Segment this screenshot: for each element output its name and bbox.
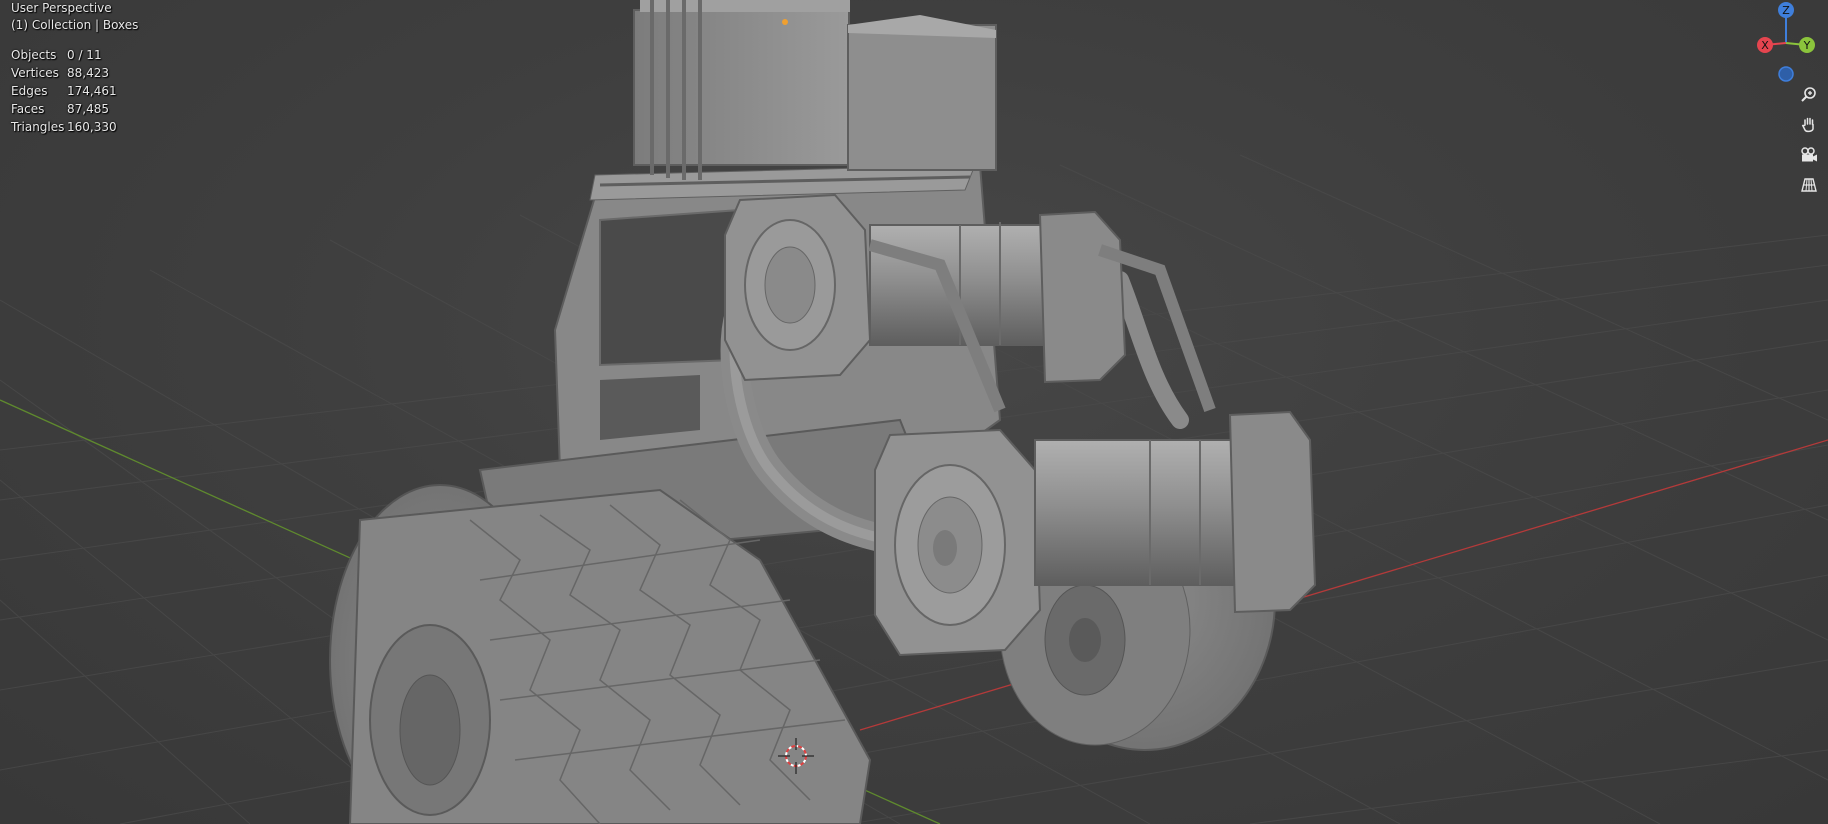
stat-row-edges: Edges 174,461 — [11, 82, 117, 100]
stat-label: Objects — [11, 48, 57, 62]
x-axis-label: X — [1761, 39, 1769, 52]
stat-label: Faces — [11, 102, 45, 116]
perspective-grid-icon — [1801, 178, 1817, 192]
3d-viewport[interactable]: User Perspective (1) Collection | Boxes … — [0, 0, 1828, 824]
pan-button[interactable] — [1797, 113, 1821, 137]
stat-row-vertices: Vertices 88,423 — [11, 64, 117, 82]
camera-view-button[interactable] — [1797, 143, 1821, 167]
zoom-button[interactable] — [1797, 83, 1821, 107]
perspective-toggle-button[interactable] — [1797, 173, 1821, 197]
navigation-tools — [1797, 83, 1825, 203]
z-axis-label: Z — [1782, 4, 1790, 17]
y-axis-handle[interactable]: Y — [1799, 37, 1815, 53]
y-axis-label: Y — [1803, 39, 1811, 52]
navigation-gizmo[interactable]: Z X Y — [1754, 0, 1828, 84]
stat-value: 0 / 11 — [67, 48, 102, 62]
z-axis-handle[interactable]: Z — [1778, 2, 1794, 18]
camera-view-icon — [1801, 147, 1817, 162]
collection-info: (1) Collection | Boxes — [11, 18, 139, 32]
stat-value: 160,330 — [67, 120, 117, 134]
stat-value: 174,461 — [67, 84, 117, 98]
stat-label: Triangles — [11, 120, 65, 134]
stat-value: 87,485 — [67, 102, 109, 116]
x-axis-handle[interactable]: X — [1757, 37, 1773, 53]
view-name: User Perspective — [11, 1, 112, 15]
stat-row-objects: Objects 0 / 11 — [11, 46, 117, 64]
stat-row-faces: Faces 87,485 — [11, 100, 117, 118]
viewport-scene — [0, 0, 1828, 824]
stat-label: Vertices — [11, 66, 59, 80]
statistics-overlay: Objects 0 / 11 Vertices 88,423 Edges 174… — [11, 46, 117, 136]
zoom-icon — [1801, 87, 1816, 102]
hand-pan-icon — [1801, 117, 1814, 133]
stat-label: Edges — [11, 84, 48, 98]
stat-row-triangles: Triangles 160,330 — [11, 118, 117, 136]
vehicle-model — [329, 0, 1317, 824]
negative-y-axis-handle[interactable] — [1778, 66, 1794, 82]
stat-value: 88,423 — [67, 66, 109, 80]
